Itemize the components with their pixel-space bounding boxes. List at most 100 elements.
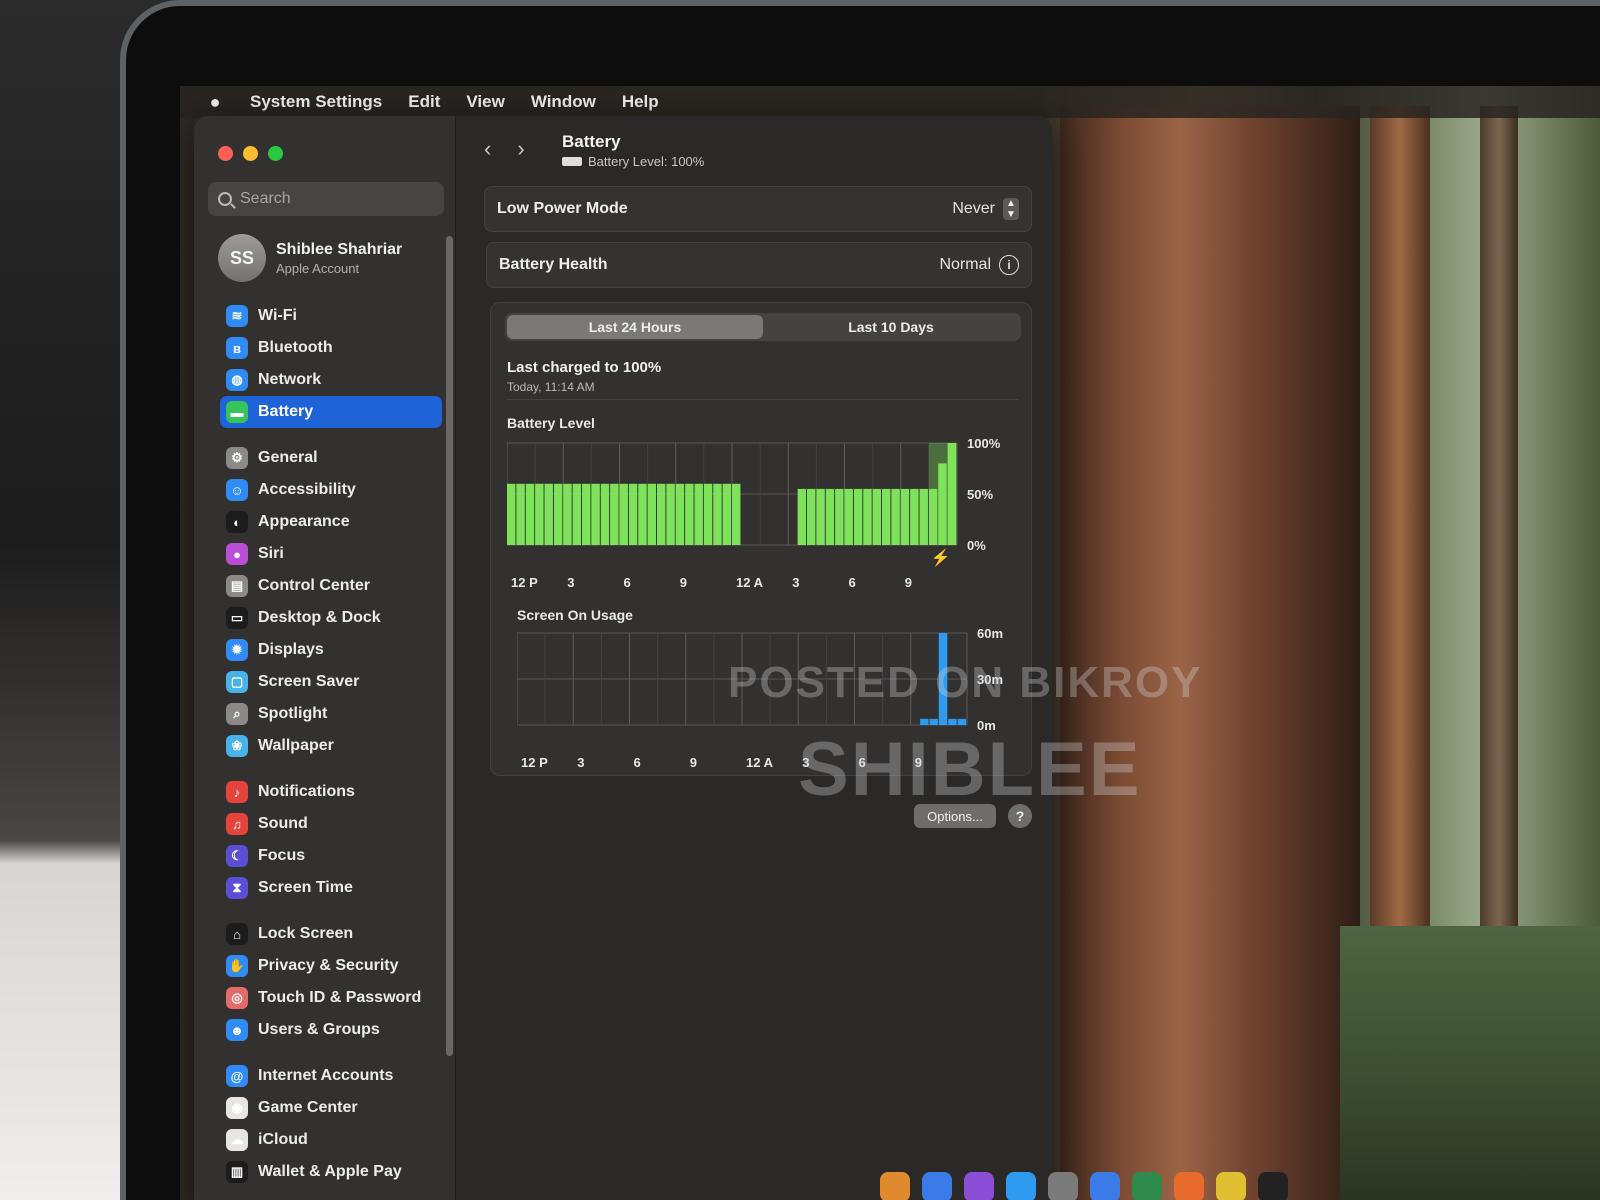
sidebar-item-lock-screen[interactable]: ⌂ Lock Screen [220, 918, 442, 950]
sidebar-item-control-center[interactable]: ▤ Control Center [220, 570, 442, 602]
chart-bar [610, 483, 619, 545]
menu-view[interactable]: View [466, 92, 504, 112]
chart-bar [929, 718, 938, 725]
low-power-mode-label: Low Power Mode [497, 200, 628, 217]
sidebar-item-label: Notifications [258, 783, 355, 800]
dock-app-icon[interactable] [1006, 1172, 1036, 1200]
y-tick-label: 50% [967, 487, 993, 502]
sidebar-item-wallet-apple-pay[interactable]: ▥ Wallet & Apple Pay [220, 1156, 442, 1188]
chart-bar [713, 483, 722, 545]
sidebar-item-screen-time[interactable]: ⧗ Screen Time [220, 872, 442, 904]
sidebar-item-label: Network [258, 371, 322, 388]
wallpaper-tree-trunk [1060, 106, 1360, 1200]
sidebar-item-battery[interactable]: ▬ Battery [220, 396, 442, 428]
sidebar-item-game-center[interactable]: ◉ Game Center [220, 1092, 442, 1124]
dock-app-icon[interactable] [1132, 1172, 1162, 1200]
dock-app-icon[interactable] [1216, 1172, 1246, 1200]
dock-app-icon[interactable] [880, 1172, 910, 1200]
dock-app-icon[interactable] [1174, 1172, 1204, 1200]
sidebar-item-privacy-security[interactable]: ✋ Privacy & Security [220, 950, 442, 982]
search-placeholder: Search [240, 190, 291, 207]
dock-app-icon[interactable] [1258, 1172, 1288, 1200]
chart-bar [947, 443, 957, 545]
sidebar-item-appearance[interactable]: ◐ Appearance [220, 506, 442, 538]
back-arrow-icon[interactable]: ‹ [484, 136, 491, 162]
chart-bar [647, 483, 657, 545]
search-icon [218, 192, 232, 206]
chart-bar [853, 488, 863, 545]
y-tick-label: 0% [967, 538, 986, 553]
help-button[interactable]: ? [1008, 804, 1032, 828]
forward-arrow-icon[interactable]: › [517, 136, 524, 162]
options-button[interactable]: Options... [914, 804, 996, 828]
sidebar-item-touch-id-password[interactable]: ◎ Touch ID & Password [220, 982, 442, 1014]
sidebar-item-network[interactable]: ◍ Network [220, 364, 442, 396]
chart-bar [825, 488, 835, 545]
dock-app-icon[interactable] [1048, 1172, 1078, 1200]
battery-health-label: Battery Health [499, 256, 608, 273]
sidebar-item-siri[interactable]: ● Siri [220, 538, 442, 570]
sidebar-list: ≋ Wi-Fi ʙ Bluetooth ◍ Network ▬ Battery ⚙ General… [220, 300, 442, 1188]
sidebar-item-label: Battery [258, 403, 314, 420]
apple-menu-icon[interactable]: ● [206, 92, 224, 113]
sidebar-item-notifications[interactable]: ♪ Notifications [220, 776, 442, 808]
dock-app-icon[interactable] [922, 1172, 952, 1200]
bluetooth-icon: ʙ [226, 337, 248, 359]
chart-bar [685, 483, 694, 545]
menu-help[interactable]: Help [622, 92, 659, 112]
sidebar-item-screen-saver[interactable]: ▢ Screen Saver [220, 666, 442, 698]
sidebar-item-bluetooth[interactable]: ʙ Bluetooth [220, 332, 442, 364]
chart-bar [582, 483, 591, 545]
x-tick-label: 3 [577, 755, 584, 770]
chart-bar [619, 483, 628, 545]
low-power-mode-select[interactable]: Never ▲ ▼ [952, 198, 1019, 220]
chart-bar [957, 718, 967, 725]
chart-bar [891, 488, 900, 545]
battery-level-text: Battery Level: 100% [588, 154, 705, 169]
y-tick-label: 30m [977, 672, 1003, 687]
sidebar-item-spotlight[interactable]: ⌕ Spotlight [220, 698, 442, 730]
sidebar-item-desktop-dock[interactable]: ▭ Desktop & Dock [220, 602, 442, 634]
chart-bar [872, 488, 882, 545]
minimize-button[interactable] [243, 146, 258, 161]
apple-account[interactable]: SS Shiblee Shahriar Apple Account [218, 234, 402, 282]
sidebar-item-sound[interactable]: ♫ Sound [220, 808, 442, 840]
sidebar-item-label: Screen Time [258, 879, 353, 896]
users-icon: ☻ [226, 1019, 248, 1041]
window-controls [218, 146, 283, 161]
search-input[interactable]: Search [208, 182, 444, 216]
menu-app-name[interactable]: System Settings [250, 92, 382, 112]
tab-last-10-days[interactable]: Last 10 Days [763, 315, 1019, 339]
x-tick-label: 6 [634, 755, 641, 770]
x-tick-label: 6 [859, 755, 866, 770]
chart-bar [703, 483, 713, 545]
close-button[interactable] [218, 146, 233, 161]
menu-window[interactable]: Window [531, 92, 596, 112]
sidebar-item-label: Privacy & Security [258, 957, 399, 974]
sidebar-item-focus[interactable]: ☾ Focus [220, 840, 442, 872]
chart-bar [919, 488, 928, 545]
sidebar-item-wallpaper[interactable]: ❀ Wallpaper [220, 730, 442, 762]
sidebar-item-icloud[interactable]: ☁ iCloud [220, 1124, 442, 1156]
sidebar-item-accessibility[interactable]: ☺ Accessibility [220, 474, 442, 506]
sidebar-item-label: Game Center [258, 1099, 358, 1116]
dock-app-icon[interactable] [1090, 1172, 1120, 1200]
sidebar-item-users-groups[interactable]: ☻ Users & Groups [220, 1014, 442, 1046]
account-name: Shiblee Shahriar [276, 240, 403, 258]
sidebar: Search SS Shiblee Shahriar Apple Account… [194, 116, 456, 1200]
battery-level-chart-title: Battery Level [507, 415, 595, 431]
info-icon[interactable]: i [999, 255, 1019, 275]
sidebar-scrollbar[interactable] [446, 236, 453, 1056]
dock-app-icon[interactable] [964, 1172, 994, 1200]
tab-last-24-hours[interactable]: Last 24 Hours [507, 315, 763, 339]
sidebar-item-wi-fi[interactable]: ≋ Wi-Fi [220, 300, 442, 332]
menu-edit[interactable]: Edit [408, 92, 440, 112]
sidebar-item-internet-accounts[interactable]: @ Internet Accounts [220, 1060, 442, 1092]
zoom-button[interactable] [268, 146, 283, 161]
sidebar-item-general[interactable]: ⚙ General [220, 442, 442, 474]
up-down-chevron-icon: ▲ ▼ [1003, 198, 1019, 220]
sidebar-item-label: Appearance [258, 513, 350, 530]
sidebar-item-displays[interactable]: ✹ Displays [220, 634, 442, 666]
